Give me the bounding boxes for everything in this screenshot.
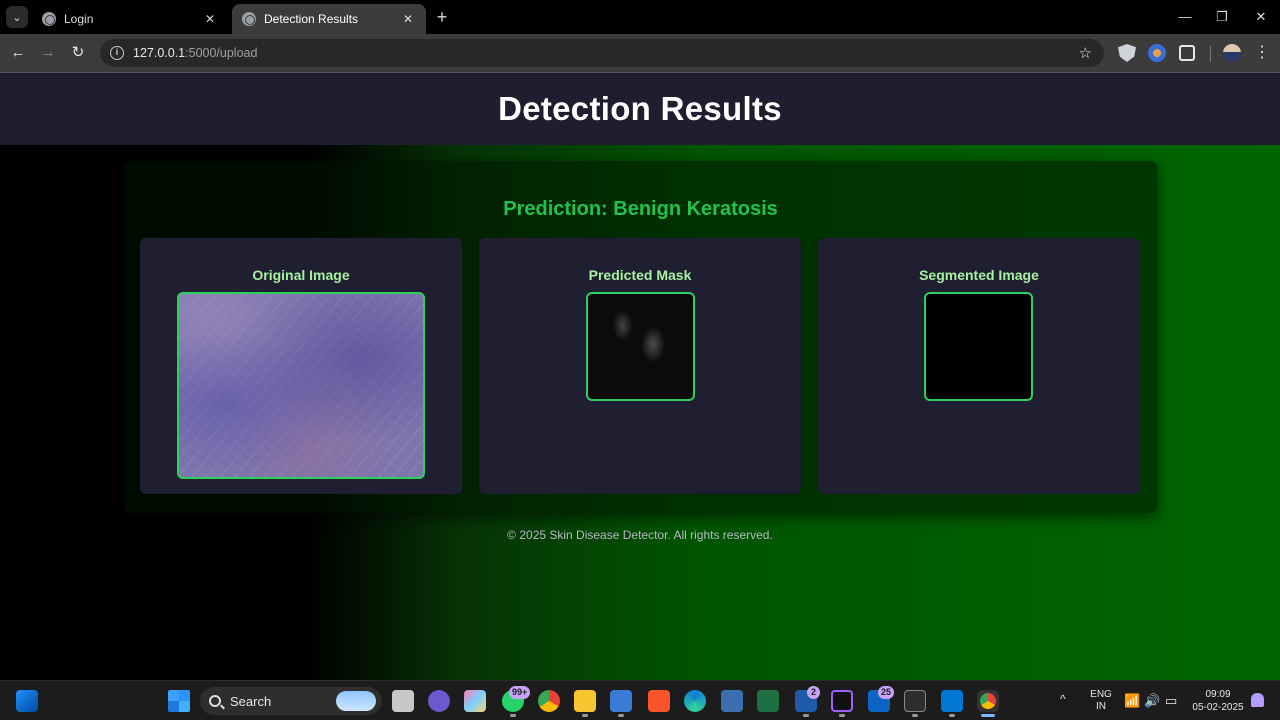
back-button[interactable]: ← [7,42,29,64]
running-indicator [949,714,955,717]
page-viewport: Detection Results Prediction: Benign Ker… [0,72,1280,680]
prediction-text: Prediction: Benign Keratosis [503,198,778,220]
start-menu-icon[interactable] [168,690,190,712]
vpn-extension-icon[interactable] [1148,44,1166,62]
browser-toolbar: ← → ↻ i 127.0.0.1 :5000/upload ☆ ⋮ [0,34,1280,72]
chrome-logo-icon [980,693,996,709]
lync-badge: 2 [807,686,820,699]
running-indicator [582,714,588,717]
search-highlight-icon [336,691,376,711]
minimize-button[interactable]: — [1170,6,1200,28]
task-view-icon[interactable] [392,690,414,712]
system-clock[interactable]: 09:09 05-02-2025 [1186,688,1250,714]
windows-taskbar: Search 99+ 2 25 ^ ENG IN 📶 🔊 ▭ 09:09 05-… [0,680,1280,720]
linkedin-badge: 25 [878,686,895,699]
running-indicator [803,714,809,717]
chrome-active-icon[interactable] [977,690,999,712]
edge-icon[interactable] [684,690,706,712]
chrome-icon[interactable] [538,690,560,712]
brave-icon[interactable] [648,690,670,712]
original-image-panel: Original Image [140,238,462,494]
bookmark-star-icon[interactable]: ☆ [1079,44,1092,62]
page-footer: © 2025 Skin Disease Detector. All rights… [507,528,773,542]
tab-close-icon[interactable]: ✕ [400,12,416,26]
clock-date: 05-02-2025 [1192,702,1244,713]
lang-code: ENG [1090,689,1112,700]
running-indicator [912,714,918,717]
whatsapp-badge: 99+ [509,686,531,699]
tab-search-menu-button[interactable]: ⌄ [6,6,28,28]
page-title: Detection Results [498,90,782,127]
url-path: :5000/upload [185,46,258,60]
volume-icon[interactable]: 🔊 [1144,693,1160,709]
tab-title: Login [64,12,94,26]
running-indicator [510,714,516,717]
shield-extension-icon[interactable] [1118,44,1136,62]
globe-icon [242,12,256,26]
lang-region: IN [1096,701,1106,712]
extensions-puzzle-icon[interactable] [1179,45,1195,61]
battery-icon[interactable]: ▭ [1165,693,1177,709]
copilot-icon[interactable] [464,690,486,712]
notepad-icon[interactable] [610,690,632,712]
predicted-mask-panel: Predicted Mask [479,238,801,494]
running-indicator [839,714,845,717]
address-bar[interactable]: i 127.0.0.1 :5000/upload ☆ [100,39,1104,67]
url-host: 127.0.0.1 [133,46,186,60]
browser-tab-bar: ⌄ Login ✕ Detection Results ✕ + — ❐ ✕ [0,0,1280,34]
widgets-icon[interactable] [16,690,38,712]
file-explorer-icon[interactable] [574,690,596,712]
profile-avatar[interactable] [1223,44,1241,62]
language-indicator[interactable]: ENG IN [1086,689,1116,713]
segmented-image-panel: Segmented Image [818,238,1140,494]
segmented-image [924,292,1033,401]
vscode-icon[interactable] [941,690,963,712]
panel-title: Segmented Image [919,267,1039,283]
tab-title: Detection Results [264,12,359,26]
page-header: Detection Results [0,72,1280,145]
original-image [177,292,425,479]
tray-overflow-chevron-icon[interactable]: ^ [1060,692,1066,706]
panel-title: Original Image [252,267,350,283]
result-card: Prediction: Benign Keratosis Original Im… [124,161,1157,513]
site-info-icon[interactable]: i [110,46,124,60]
taskbar-search[interactable]: Search [200,687,382,715]
browser-menu-icon[interactable]: ⋮ [1254,44,1270,62]
active-indicator [981,714,995,717]
predicted-mask-image [586,292,695,401]
sql-server-icon[interactable] [721,690,743,712]
intellij-icon[interactable] [831,690,853,712]
wifi-icon[interactable]: 📶 [1124,693,1140,709]
reload-button[interactable]: ↻ [67,42,89,64]
tab-close-icon[interactable]: ✕ [202,12,218,26]
panel-title: Predicted Mask [588,267,692,283]
clock-time: 09:09 [1205,689,1231,700]
search-label: Search [230,693,272,709]
excel-icon[interactable] [757,690,779,712]
window-close-button[interactable]: ✕ [1246,6,1276,28]
restore-button[interactable]: ❐ [1207,6,1237,28]
forward-button[interactable]: → [37,42,59,64]
tab-detection-results[interactable]: Detection Results ✕ [232,4,426,34]
tab-login[interactable]: Login ✕ [32,4,228,34]
toolbar-divider [1210,46,1211,62]
search-icon [209,695,221,707]
globe-icon [42,12,56,26]
running-indicator [618,714,624,717]
terminal-icon[interactable] [904,690,926,712]
notification-bell-icon[interactable] [1251,693,1264,707]
meet-icon[interactable] [428,690,450,712]
new-tab-button[interactable]: + [432,7,452,27]
